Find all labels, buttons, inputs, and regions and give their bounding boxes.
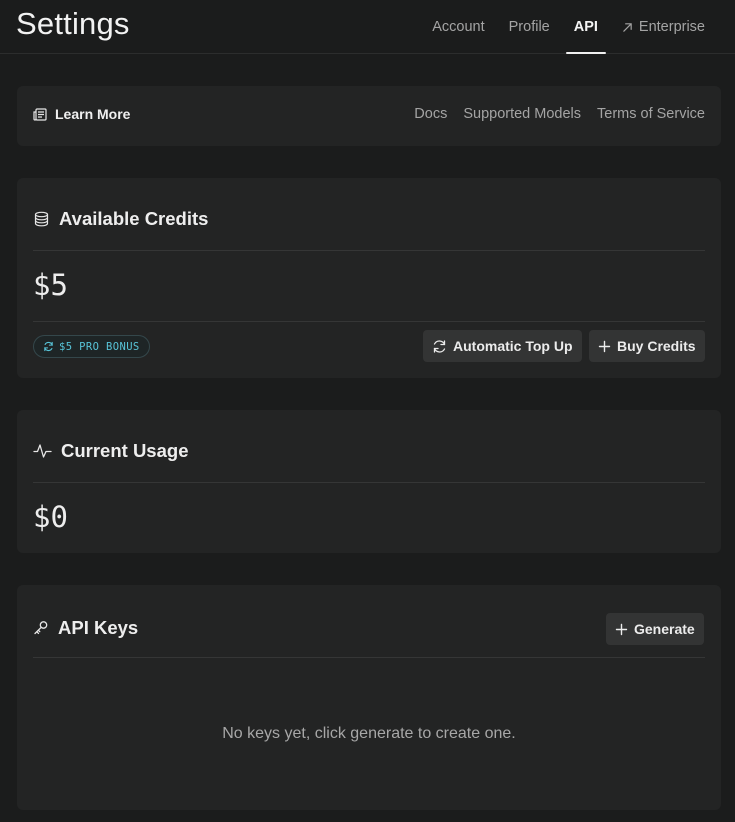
buy-credits-label: Buy Credits [617,338,696,354]
settings-header: Settings Account Profile API Enterprise [0,0,735,54]
docs-link[interactable]: Docs [414,106,447,122]
automatic-top-up-label: Automatic Top Up [453,338,573,354]
key-icon [33,620,49,636]
learn-more-title: Learn More [55,106,131,122]
arrow-up-right-icon [622,22,633,33]
pro-bonus-label: $5 PRO BONUS [59,340,140,353]
learn-more-card: Learn More Docs Supported Models Terms o… [17,86,721,146]
activity-icon [33,443,52,459]
current-usage-card: Current Usage $0 [17,410,721,553]
plus-icon [598,340,611,353]
api-keys-heading: API Keys [33,617,138,639]
terms-of-service-link[interactable]: Terms of Service [597,106,705,122]
page-title: Settings [16,6,130,41]
usage-title: Current Usage [61,440,189,461]
api-keys-card: API Keys Generate No keys yet, click gen… [17,585,721,810]
credits-heading: Available Credits [33,208,208,230]
generate-button[interactable]: Generate [606,613,704,645]
credits-title: Available Credits [59,208,209,229]
tab-account[interactable]: Account [420,0,496,54]
divider [33,657,705,658]
pro-bonus-badge: $5 PRO BONUS [33,335,150,358]
tab-label: Account [432,19,485,35]
tab-enterprise[interactable]: Enterprise [610,0,717,54]
tab-api[interactable]: API [562,0,610,54]
api-keys-title: API Keys [58,617,139,638]
supported-models-link[interactable]: Supported Models [463,106,581,122]
buy-credits-button[interactable]: Buy Credits [589,330,705,362]
newspaper-icon [33,107,47,121]
usage-heading: Current Usage [33,440,188,462]
divider [33,321,705,322]
empty-keys-message: No keys yet, click generate to create on… [222,725,516,742]
tab-label: Enterprise [638,19,705,35]
learn-more-links: Docs Supported Models Terms of Service [414,106,705,122]
credits-amount: $5 [33,268,68,302]
available-credits-card: Available Credits $5 $5 PRO BONUS Automa… [17,178,721,378]
usage-amount: $0 [33,500,68,534]
tab-profile[interactable]: Profile [497,0,562,54]
tab-label: API [573,19,598,35]
learn-more-heading: Learn More [33,106,130,122]
settings-tabs: Account Profile API Enterprise [420,0,717,54]
divider [33,250,705,251]
refresh-icon [432,339,447,354]
generate-label: Generate [634,621,695,637]
automatic-top-up-button[interactable]: Automatic Top Up [423,330,582,362]
coins-icon [33,211,50,228]
tab-label: Profile [508,19,550,35]
plus-icon [615,623,628,636]
refresh-icon [43,341,54,352]
divider [33,482,705,483]
